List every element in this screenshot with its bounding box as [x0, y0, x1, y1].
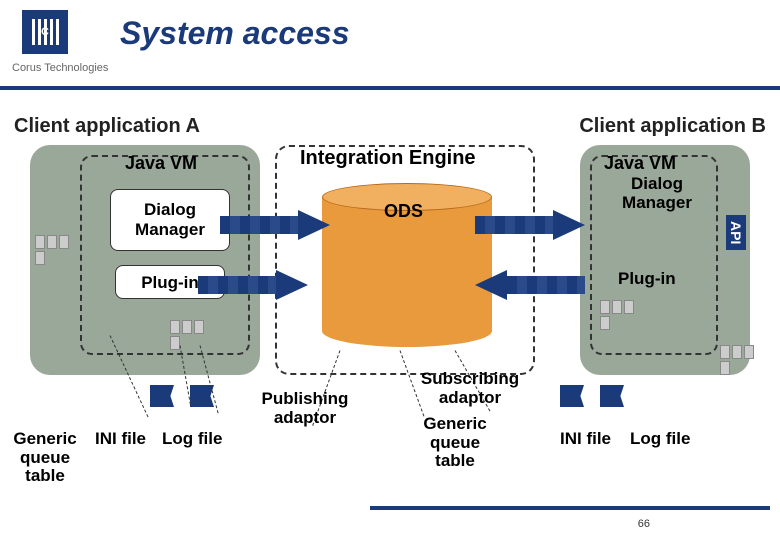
deco-boxes-icon	[600, 300, 644, 330]
client-b-panel: Java VM Dialog Manager Plug-in API	[580, 145, 750, 375]
subscribing-adaptor-label: Subscribing adaptor	[410, 370, 530, 407]
deco-boxes-icon	[170, 320, 214, 350]
arrow-a-to-ods	[220, 210, 330, 240]
api-label: API	[726, 215, 746, 250]
dialog-manager-b-label: Dialog Manager	[612, 175, 702, 212]
flag-icon	[560, 385, 584, 407]
client-a-title: Client application A	[14, 115, 200, 138]
diagram-stage: Client application A Java VM Dialog Mana…	[0, 95, 780, 540]
arrow-a-to-ods-2	[198, 270, 308, 300]
page-number: 66	[638, 518, 650, 530]
log-file-a-label: Log file	[162, 430, 222, 449]
javavm-a-label: Java VM	[125, 153, 197, 174]
deco-boxes-icon	[720, 345, 764, 375]
page-title: System access	[120, 15, 350, 52]
client-b-title: Client application B	[579, 115, 766, 138]
integration-engine-title: Integration Engine	[300, 147, 476, 170]
slide-header: Corus Technologies System access	[0, 0, 780, 90]
generic-queue-table-a-label: Generic queue table	[10, 430, 80, 486]
arrow-ods-to-b	[475, 210, 585, 240]
plugin-a-label: Plug-in	[141, 273, 199, 292]
ini-file-a-label: INI file	[95, 430, 146, 449]
ini-file-b-label: INI file	[560, 430, 611, 449]
ods-cylinder: ODS	[322, 183, 492, 353]
ods-label: ODS	[384, 201, 423, 222]
flag-icon	[150, 385, 174, 407]
generic-queue-table-mid-label: Generic queue table	[415, 415, 495, 471]
plugin-b-label: Plug-in	[618, 269, 676, 289]
flag-icon	[600, 385, 624, 407]
javavm-b-label: Java VM	[604, 153, 676, 174]
arrow-b-to-ods	[475, 270, 585, 300]
deco-boxes-icon	[35, 235, 79, 265]
log-file-b-label: Log file	[630, 430, 690, 449]
javavm-a-box	[80, 155, 250, 355]
dialog-manager-a: Dialog Manager	[110, 189, 230, 251]
publishing-adaptor-label: Publishing adaptor	[250, 390, 360, 427]
dialog-manager-a-label: Dialog Manager	[135, 200, 205, 239]
footer-rule	[370, 506, 770, 510]
company-name: Corus Technologies	[12, 62, 108, 74]
company-logo	[22, 10, 68, 54]
